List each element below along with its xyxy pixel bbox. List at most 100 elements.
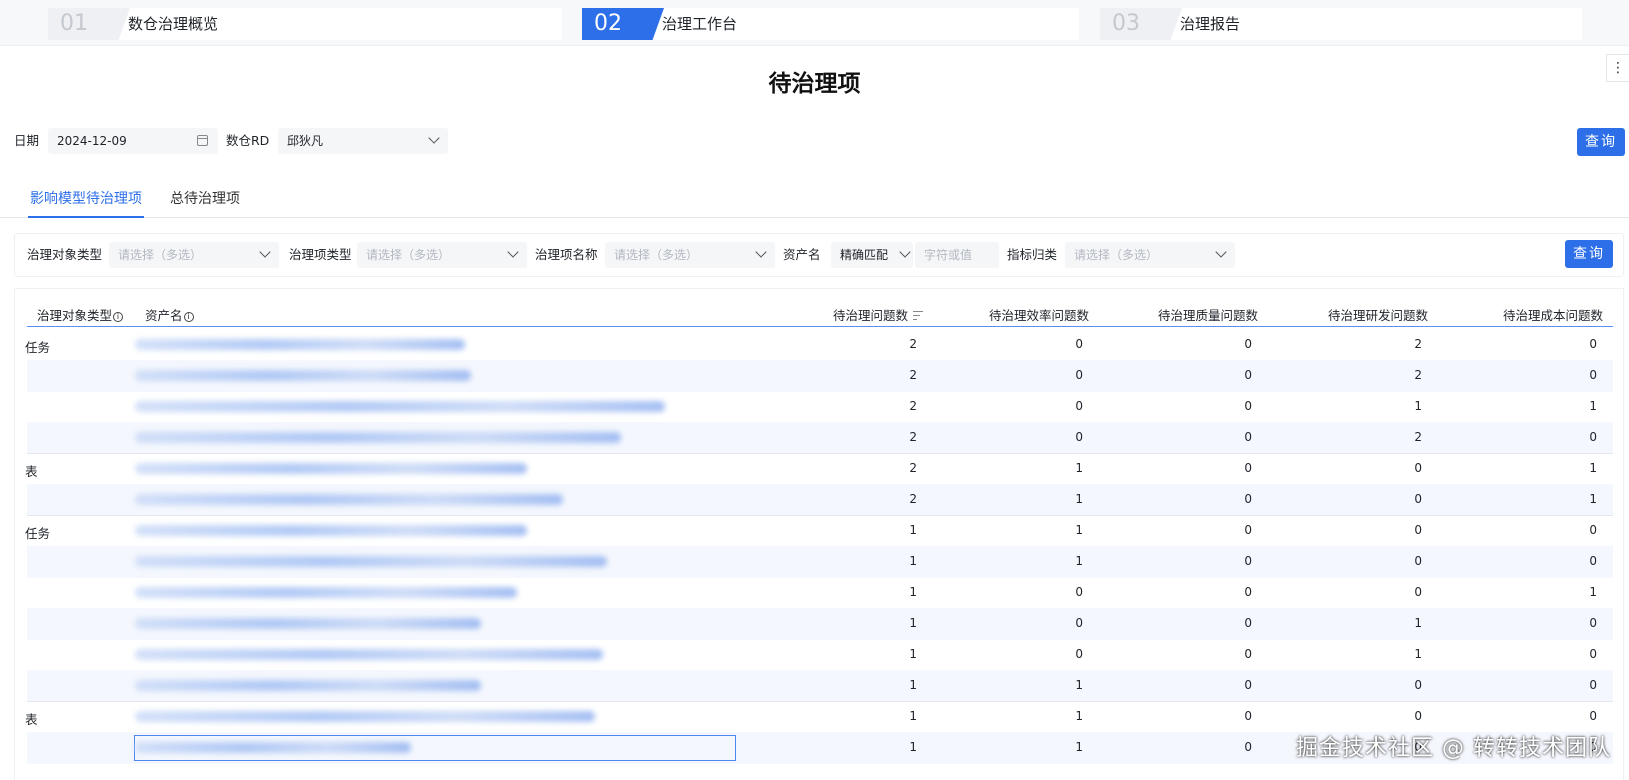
chevron-down-icon: [259, 246, 271, 258]
cell-efficiency: 0: [1075, 368, 1083, 382]
asset-name-link[interactable]: [135, 519, 527, 543]
item-type-placeholder: 请选择（多选）: [366, 248, 451, 262]
cell-quality: 0: [1244, 678, 1252, 692]
asset-name-link[interactable]: [135, 581, 517, 605]
table-row[interactable]: 1 0 0 1 0: [27, 639, 1613, 671]
info-icon: i: [183, 312, 194, 322]
cell-rd: 1: [1414, 399, 1422, 413]
asset-name-link[interactable]: [135, 488, 563, 512]
cell-cost: 1: [1589, 585, 1597, 599]
indicator-select[interactable]: 请选择（多选）: [1065, 242, 1235, 268]
table-row[interactable]: 1 0 0 1 0: [27, 608, 1613, 640]
cell-quality: 0: [1244, 337, 1252, 351]
step-number: 03: [1100, 8, 1182, 40]
cell-efficiency: 0: [1075, 616, 1083, 630]
watermark: 掘金技术社区 @ 转转技术团队: [1296, 736, 1611, 761]
rd-select[interactable]: 邱狄凡: [278, 128, 448, 154]
cell-pending: 2: [909, 492, 917, 506]
header-efficiency[interactable]: 待治理效率问题数: [989, 305, 1089, 324]
table-row[interactable]: 1 1 0 0 0: [27, 515, 1613, 547]
table-row[interactable]: 1 1 0 0 0: [27, 546, 1613, 578]
object-type-select[interactable]: 请选择（多选）: [109, 242, 279, 268]
sub-filter-panel: 治理对象类型 请选择（多选） 治理项类型 请选择（多选） 治理项名称 请选择（多…: [14, 233, 1624, 277]
header-object-type[interactable]: 治理对象类型 i: [37, 305, 124, 324]
table-row[interactable]: 2 0 0 2 0: [27, 329, 1613, 361]
asset-name-link[interactable]: [135, 674, 481, 698]
step-workbench[interactable]: 02 治理工作台: [582, 8, 1079, 40]
sub-query-button[interactable]: 查询: [1565, 240, 1613, 268]
cell-quality: 0: [1244, 399, 1252, 413]
date-value: 2024-12-09: [57, 134, 127, 148]
cell-pending: 1: [909, 709, 917, 723]
step-report[interactable]: 03 治理报告: [1100, 8, 1582, 40]
tab-impact-model[interactable]: 影响模型待治理项: [30, 188, 142, 208]
asset-name-link[interactable]: [135, 364, 471, 388]
cell-efficiency: 1: [1075, 709, 1083, 723]
sort-icon[interactable]: [913, 311, 923, 321]
table-row[interactable]: 1 1 0 0 0: [27, 701, 1613, 733]
cell-cost: 1: [1589, 492, 1597, 506]
cell-cost: 0: [1589, 337, 1597, 351]
header-rd[interactable]: 待治理研发问题数: [1328, 305, 1428, 324]
object-type-placeholder: 请选择（多选）: [118, 248, 203, 262]
item-type-label: 治理项类型: [289, 247, 352, 262]
query-button[interactable]: 查询: [1577, 128, 1625, 156]
item-type-select[interactable]: 请选择（多选）: [357, 242, 527, 268]
table-row[interactable]: 2 0 0 2 0: [27, 360, 1613, 392]
header-asset-name[interactable]: 资产名 i: [145, 305, 194, 324]
cell-pending: 2: [909, 337, 917, 351]
cell-pending: 1: [909, 647, 917, 661]
cell-efficiency: 1: [1075, 554, 1083, 568]
cell-rd: 1: [1414, 647, 1422, 661]
cell-efficiency: 1: [1075, 740, 1083, 754]
asset-name-link[interactable]: [135, 705, 595, 729]
step-number: 02: [582, 8, 664, 40]
cell-rd: 2: [1414, 430, 1422, 444]
cell-pending: 2: [909, 399, 917, 413]
table-row[interactable]: 1 1 0 0 0: [27, 670, 1613, 702]
cell-pending: 1: [909, 523, 917, 537]
cell-efficiency: 1: [1075, 461, 1083, 475]
asset-name-link[interactable]: [135, 457, 527, 481]
header-pending[interactable]: 待治理问题数: [833, 305, 923, 324]
table-row[interactable]: 2 1 0 0 1: [27, 484, 1613, 516]
cell-cost: 0: [1589, 430, 1597, 444]
step-overview[interactable]: 01 数仓治理概览: [48, 8, 562, 40]
step-label: 治理报告: [1180, 15, 1241, 33]
asset-name-link[interactable]: [135, 395, 665, 419]
asset-name-link[interactable]: [135, 550, 607, 574]
date-picker[interactable]: 2024-12-09: [48, 128, 218, 154]
asset-name-link[interactable]: [135, 612, 481, 636]
asset-name-link[interactable]: [135, 643, 603, 667]
asset-name-link[interactable]: [135, 333, 465, 357]
cell-cost: 0: [1589, 523, 1597, 537]
info-icon: i: [113, 312, 124, 322]
cell-quality: 0: [1244, 647, 1252, 661]
header-quality[interactable]: 待治理质量问题数: [1158, 305, 1258, 324]
asset-keyword-input[interactable]: 字符或值: [915, 242, 999, 268]
asset-name-link[interactable]: [134, 735, 736, 761]
cell-efficiency: 1: [1075, 678, 1083, 692]
header-asset-name-text: 资产名: [145, 308, 183, 323]
cell-pending: 1: [909, 554, 917, 568]
cell-cost: 0: [1589, 709, 1597, 723]
table-row[interactable]: 2 1 0 0 1: [27, 453, 1613, 485]
object-type-label: 治理对象类型: [27, 247, 103, 262]
table-header: 治理对象类型 i 资产名 i 待治理问题数 待治理效率问题数 待治理质量问题数 待治…: [27, 299, 1613, 327]
tab-total[interactable]: 总待治理项: [170, 188, 240, 208]
item-name-label: 治理项名称: [535, 247, 598, 262]
header-cost[interactable]: 待治理成本问题数: [1503, 305, 1603, 324]
item-name-select[interactable]: 请选择（多选）: [605, 242, 775, 268]
cell-rd: 0: [1414, 585, 1422, 599]
cell-cost: 0: [1589, 554, 1597, 568]
table-row[interactable]: 1 0 0 0 1: [27, 577, 1613, 609]
table-row[interactable]: 2 0 0 1 1: [27, 391, 1613, 423]
chevron-down-icon: [755, 246, 767, 258]
match-mode-value: 精确匹配: [840, 248, 889, 262]
table-row[interactable]: 2 0 0 2 0: [27, 422, 1613, 454]
calendar-icon: [197, 135, 208, 146]
asset-name-link[interactable]: [135, 426, 621, 450]
cell-efficiency: 0: [1075, 647, 1083, 661]
match-mode-select[interactable]: 精确匹配: [831, 242, 913, 268]
group-object-type: 任务: [25, 526, 51, 541]
